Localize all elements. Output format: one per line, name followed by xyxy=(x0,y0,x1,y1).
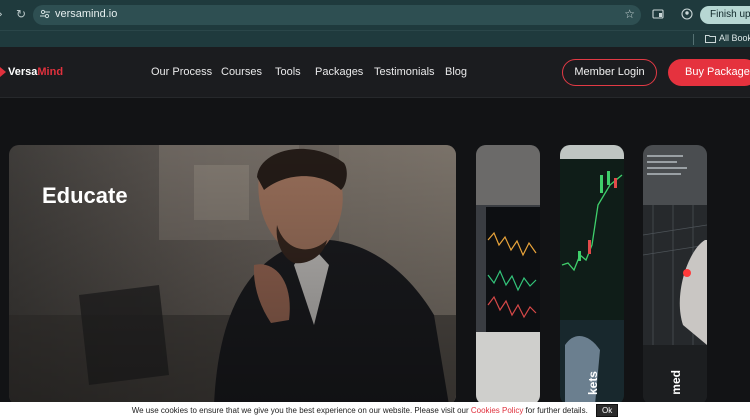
nav-courses[interactable]: Courses xyxy=(221,66,262,78)
cookies-policy-link[interactable]: Cookies Policy xyxy=(471,406,523,415)
card-label-markets: kets xyxy=(586,370,600,395)
reload-icon[interactable]: ↻ xyxy=(16,7,26,21)
member-login-button[interactable]: Member Login xyxy=(562,59,657,86)
card-title-educate: Educate xyxy=(42,183,128,208)
site-header: VersaMind Our Process Courses Tools Pack… xyxy=(0,47,750,98)
nav-our-process[interactable]: Our Process xyxy=(151,66,212,78)
logo-text-versa: Versa xyxy=(8,66,38,78)
automated-card[interactable]: med xyxy=(643,145,707,405)
cookie-text-end: for further details. xyxy=(523,406,588,415)
card-label-automated: med xyxy=(669,370,683,395)
automated-photo xyxy=(643,145,707,405)
cookie-ok-button[interactable]: Ok xyxy=(596,404,619,418)
buy-package-button[interactable]: Buy Package xyxy=(668,59,750,86)
nav-tools[interactable]: Tools xyxy=(275,66,301,78)
all-bookmarks-link[interactable]: All Bookmarks xyxy=(719,33,750,43)
hero-section: Educate kets med xyxy=(0,98,750,420)
nav-blog[interactable]: Blog xyxy=(445,66,467,78)
url-text[interactable]: versamind.io xyxy=(55,8,117,20)
profile-icon[interactable] xyxy=(681,8,693,20)
markets-card[interactable]: kets xyxy=(560,145,624,405)
bookmarks-bar: All Bookmarks xyxy=(0,30,750,47)
bookmarks-divider xyxy=(693,34,694,45)
side-panel-icon[interactable] xyxy=(652,8,664,20)
nav-testimonials[interactable]: Testimonials xyxy=(374,66,435,78)
finish-update-button[interactable]: Finish update xyxy=(700,6,750,24)
logo-text-mind: Mind xyxy=(37,66,64,78)
bookmark-star-icon[interactable]: ☆ xyxy=(624,7,635,21)
educate-card[interactable]: Educate xyxy=(9,145,456,405)
trading-photo xyxy=(476,145,540,405)
cookie-text: We use cookies to ensure that we give yo… xyxy=(131,406,471,415)
address-bar[interactable]: versamind.io ☆ xyxy=(33,5,641,25)
forward-icon[interactable]: › xyxy=(0,7,3,21)
trading-card[interactable] xyxy=(476,145,540,405)
logo-mark-icon xyxy=(0,67,6,77)
markets-photo xyxy=(560,145,624,405)
site-settings-icon[interactable] xyxy=(40,9,50,19)
folder-icon xyxy=(705,35,716,43)
cookie-banner: We use cookies to ensure that we give yo… xyxy=(0,402,750,420)
nav-packages[interactable]: Packages xyxy=(315,66,363,78)
browser-toolbar: › ↻ versamind.io ☆ Finish update xyxy=(0,0,750,30)
